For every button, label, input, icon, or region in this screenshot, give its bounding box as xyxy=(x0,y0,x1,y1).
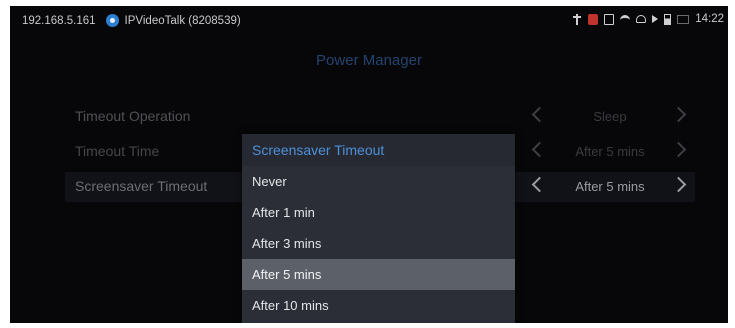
setting-value: After 5 mins xyxy=(575,179,645,194)
setting-label: Screensaver Timeout xyxy=(75,178,208,194)
battery-icon xyxy=(664,13,672,25)
option-after-5-mins[interactable]: After 5 mins xyxy=(242,259,515,290)
status-bar-right: 14:22 xyxy=(572,13,724,25)
setting-value: Sleep xyxy=(593,109,627,124)
wifi-icon xyxy=(620,14,631,24)
setting-timeout-operation[interactable]: Timeout Operation Sleep xyxy=(65,102,695,132)
option-after-1-min[interactable]: After 1 min xyxy=(242,197,515,228)
screen-icon xyxy=(604,13,615,25)
ip-address: 192.168.5.161 xyxy=(22,14,96,27)
chevron-left-icon[interactable] xyxy=(531,176,548,193)
cloud-icon xyxy=(636,15,647,23)
app-name: IPVideoTalk (8208539) xyxy=(124,14,241,27)
chevron-right-icon[interactable] xyxy=(670,176,687,193)
chevron-right-icon[interactable] xyxy=(670,141,687,158)
chevron-right-icon[interactable] xyxy=(670,106,687,123)
screensaver-timeout-dialog: Screensaver Timeout Never After 1 min Af… xyxy=(242,134,515,323)
mute-icon xyxy=(652,15,659,23)
setting-label: Timeout Time xyxy=(75,143,160,159)
setting-label: Timeout Operation xyxy=(75,108,191,124)
alert-icon xyxy=(588,13,599,25)
usb-icon xyxy=(572,13,582,25)
mail-icon xyxy=(677,14,690,24)
status-bar-left: 192.168.5.161 IPVideoTalk (8208539) xyxy=(22,14,241,27)
chevron-left-icon[interactable] xyxy=(531,141,548,158)
dialog-title: Screensaver Timeout xyxy=(242,134,515,166)
status-bar: 192.168.5.161 IPVideoTalk (8208539) 14:2… xyxy=(10,6,728,36)
clock: 14:22 xyxy=(695,13,724,25)
chevron-left-icon[interactable] xyxy=(531,106,548,123)
ipvideotalk-icon xyxy=(105,14,119,27)
option-never[interactable]: Never xyxy=(242,166,515,197)
page-title: Power Manager xyxy=(316,52,422,69)
option-after-3-mins[interactable]: After 3 mins xyxy=(242,228,515,259)
device-screen: 192.168.5.161 IPVideoTalk (8208539) 14:2… xyxy=(10,6,728,323)
option-after-10-mins[interactable]: After 10 mins xyxy=(242,290,515,321)
setting-value: After 5 mins xyxy=(575,144,645,159)
